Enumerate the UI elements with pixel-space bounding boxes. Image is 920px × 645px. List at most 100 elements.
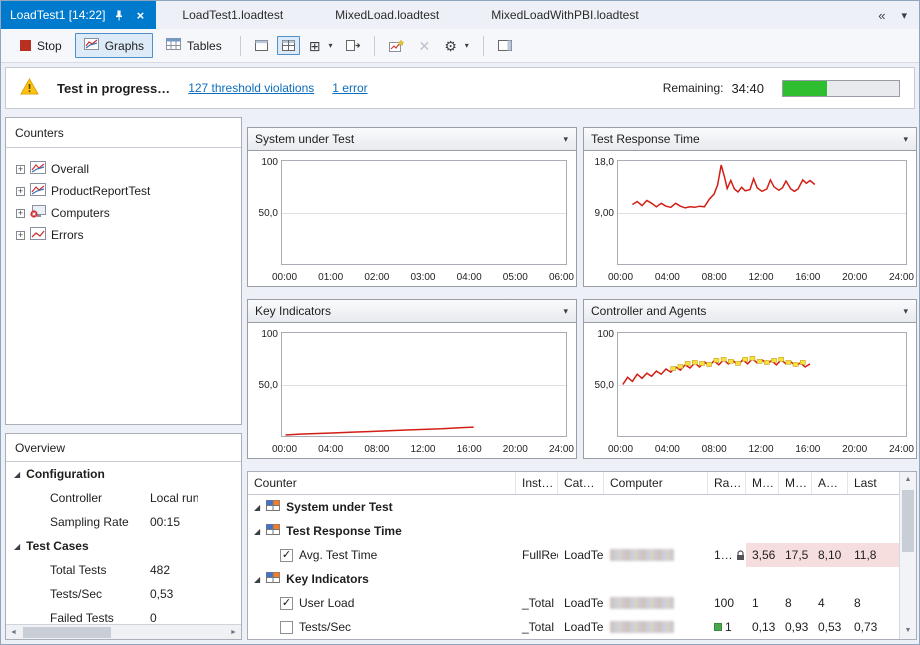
column-header-counter[interactable]: Counter: [248, 472, 516, 494]
chevron-down-icon[interactable]: ▾: [563, 306, 576, 317]
redacted-computer-name: [610, 621, 674, 633]
cell-max: 8: [779, 591, 812, 615]
graph-icon: [30, 161, 46, 177]
threshold-violations-link[interactable]: 127 threshold violations: [188, 81, 314, 95]
counter-checkbox[interactable]: ✓: [280, 597, 293, 610]
graphs-view-button[interactable]: Graphs: [75, 33, 153, 58]
cell-computer: [604, 591, 708, 615]
tab-list-dropdown-icon[interactable]: ▾: [901, 9, 907, 22]
tab-loadtest1-running[interactable]: LoadTest1 [14:22] ×: [1, 1, 156, 29]
warning-icon: [20, 78, 39, 98]
y-axis-label-top: 100: [250, 329, 278, 340]
stop-button[interactable]: Stop: [11, 34, 71, 58]
chevron-down-icon[interactable]: ▾: [903, 134, 916, 145]
chevron-down-icon[interactable]: ▾: [563, 134, 576, 145]
table-group-key-indicators[interactable]: ◢ Key Indicators: [248, 567, 916, 591]
tree-item-overall[interactable]: + Overall: [6, 158, 241, 180]
graph-title: Key Indicators: [255, 304, 331, 318]
column-header-min[interactable]: M…: [746, 472, 779, 494]
close-icon[interactable]: ×: [133, 7, 147, 23]
graph-title: Controller and Agents: [591, 304, 706, 318]
y-axis-label-top: 100: [250, 157, 278, 168]
overview-row-tests-per-sec[interactable]: Tests/Sec 0,53: [6, 582, 241, 606]
test-status-bar: Test in progress… 127 threshold violatio…: [5, 67, 915, 109]
overview-row-controller[interactable]: Controller Local run: [6, 486, 241, 510]
counter-checkbox[interactable]: [280, 621, 293, 634]
gear-icon: ⚙: [444, 39, 457, 53]
cell-instance: FullReq: [516, 543, 558, 567]
collapse-tabs-icon[interactable]: «: [878, 8, 885, 23]
row-label: Tests/Sec: [50, 587, 150, 601]
expand-icon[interactable]: +: [16, 165, 25, 174]
column-header-range[interactable]: Ra…: [708, 472, 746, 494]
row-value: 0: [150, 611, 198, 625]
scroll-left-icon[interactable]: ◄: [6, 629, 21, 636]
remove-graph-button[interactable]: ✕: [413, 35, 435, 57]
overview-group-configuration[interactable]: ◢ Configuration: [6, 462, 241, 486]
x-axis-labels: 00:0004:0008:0012:0016:0020:0024:00: [608, 272, 914, 283]
test-progress-bar: [782, 80, 900, 97]
expand-icon[interactable]: +: [16, 231, 25, 240]
counter-label: User Load: [299, 596, 354, 610]
table-row-avg-test-time[interactable]: ✓ Avg. Test Time FullReq LoadTest 1… 3,5…: [248, 543, 916, 567]
group-label: System under Test: [286, 500, 392, 514]
tables-view-button[interactable]: Tables: [157, 33, 231, 58]
graph-selector[interactable]: System under Test ▾: [248, 128, 576, 151]
tab-mixedloadwithpbi-file[interactable]: MixedLoadWithPBI.loadtest: [465, 1, 664, 29]
lock-icon: [736, 550, 745, 561]
column-header-computer[interactable]: Computer: [604, 472, 708, 494]
table-row-user-load[interactable]: ✓ User Load _Total LoadTest 100 1 8 4 8: [248, 591, 916, 615]
legend-panel-icon: [498, 40, 512, 51]
counters-legend-table: Counter Inst… Cat… Computer Ra… M… M… A……: [247, 471, 917, 640]
scroll-right-icon[interactable]: ►: [226, 629, 241, 636]
table-group-test-response-time[interactable]: ◢ Test Response Time: [248, 519, 916, 543]
toggle-legend-button[interactable]: [493, 36, 517, 55]
tree-item-computers[interactable]: + Computers: [6, 202, 241, 224]
tree-item-errors[interactable]: + Errors: [6, 224, 241, 246]
expanded-icon[interactable]: ◢: [254, 503, 260, 512]
horizontal-scrollbar[interactable]: ◄ ►: [6, 624, 241, 639]
column-header-instance[interactable]: Inst…: [516, 472, 558, 494]
vertical-scrollbar[interactable]: ▲ ▼: [899, 472, 916, 639]
column-header-max[interactable]: M…: [779, 472, 812, 494]
pin-icon[interactable]: [112, 7, 126, 23]
graph-selector[interactable]: Test Response Time ▾: [584, 128, 916, 151]
plot-area: [281, 332, 567, 437]
single-panel-layout-button[interactable]: [250, 36, 273, 55]
scroll-down-icon[interactable]: ▼: [900, 623, 916, 639]
counter-label: Tests/Sec: [299, 620, 351, 634]
counter-checkbox[interactable]: ✓: [280, 549, 293, 562]
error-link[interactable]: 1 error: [332, 81, 367, 95]
move-graph-button[interactable]: [341, 36, 365, 55]
tab-loadtest1-file[interactable]: LoadTest1.loadtest: [156, 1, 309, 29]
scrollbar-thumb[interactable]: [23, 627, 111, 638]
settings-dropdown-button[interactable]: ⚙ ▾: [439, 35, 474, 57]
table-row-tests-per-sec[interactable]: Tests/Sec _Total LoadTest 1 0,13 0,93 0,…: [248, 615, 916, 639]
expanded-icon[interactable]: ◢: [14, 470, 20, 479]
scroll-up-icon[interactable]: ▲: [900, 472, 916, 488]
graph-selector[interactable]: Key Indicators ▾: [248, 300, 576, 323]
column-header-category[interactable]: Cat…: [558, 472, 604, 494]
table-group-system-under-test[interactable]: ◢ System under Test: [248, 495, 916, 519]
overview-group-test-cases[interactable]: ◢ Test Cases: [6, 534, 241, 558]
add-graph-button[interactable]: [384, 36, 409, 56]
panel-grid-dropdown-button[interactable]: ⊞ ▾: [304, 35, 338, 57]
expanded-icon[interactable]: ◢: [14, 542, 20, 551]
expand-icon[interactable]: +: [16, 187, 25, 196]
overview-row-sampling-rate[interactable]: Sampling Rate 00:15: [6, 510, 241, 534]
column-header-avg[interactable]: A…: [812, 472, 848, 494]
tab-mixedload-file[interactable]: MixedLoad.loadtest: [309, 1, 465, 29]
four-panel-layout-button[interactable]: [277, 36, 300, 55]
overview-row-total-tests[interactable]: Total Tests 482: [6, 558, 241, 582]
remaining-time: Remaining: 34:40: [663, 81, 764, 96]
graph-selector[interactable]: Controller and Agents ▾: [584, 300, 916, 323]
scrollbar-thumb[interactable]: [902, 490, 914, 552]
chevron-down-icon[interactable]: ▾: [903, 306, 916, 317]
expanded-icon[interactable]: ◢: [254, 527, 260, 536]
expanded-icon[interactable]: ◢: [254, 575, 260, 584]
tree-item-productreporttest[interactable]: + ProductReportTest: [6, 180, 241, 202]
expand-icon[interactable]: +: [16, 209, 25, 218]
graph-title: Test Response Time: [591, 132, 700, 146]
graph-body: 100 50,0 00:0004:0008:0012:0016:0020:002…: [248, 324, 576, 458]
chevron-down-icon: ▾: [328, 41, 332, 50]
